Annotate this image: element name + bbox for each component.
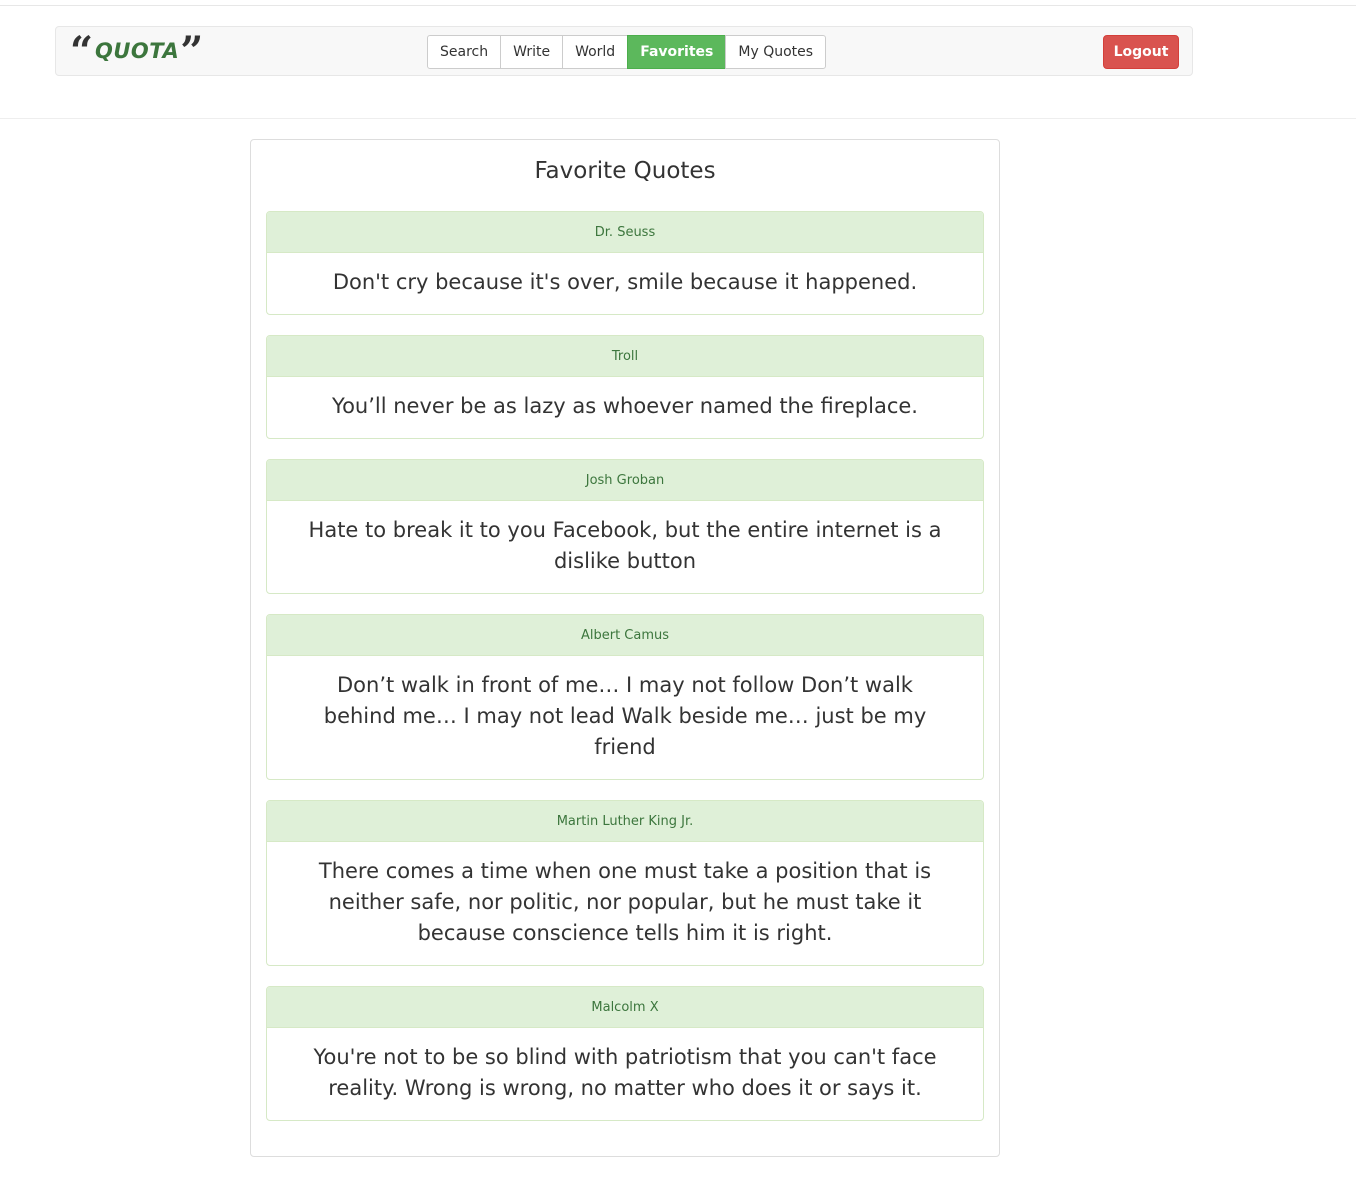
- navbar: “ QUOTA ” Search Write World Favorites M…: [55, 26, 1193, 76]
- quote-author: Josh Groban: [267, 460, 983, 501]
- quote-text: Hate to break it to you Facebook, but th…: [308, 518, 942, 573]
- nav-button-group: Search Write World Favorites My Quotes: [427, 35, 827, 69]
- quote-author: Albert Camus: [267, 615, 983, 656]
- quote-text: Don't cry because it's over, smile becau…: [332, 270, 918, 294]
- page-title: Favorite Quotes: [534, 158, 716, 184]
- quote-text: You’ll never be as lazy as whoever named…: [332, 394, 918, 418]
- close-quote-icon: ”: [180, 34, 204, 64]
- favorites-panel: Favorite Quotes Dr. Seuss Don't cry beca…: [250, 139, 1000, 1157]
- nav-favorites-button[interactable]: Favorites: [627, 35, 727, 69]
- quote-author: Troll: [267, 336, 983, 377]
- quote-card: Malcolm X You're not to be so blind with…: [266, 986, 984, 1121]
- header-divider: [0, 118, 1356, 119]
- quote-card: Troll You’ll never be as lazy as whoever…: [266, 335, 984, 439]
- quote-author: Malcolm X: [267, 987, 983, 1028]
- quote-text: There comes a time when one must take a …: [318, 859, 932, 945]
- quote-text: Don’t walk in front of me… I may not fol…: [323, 673, 927, 759]
- quote-author: Dr. Seuss: [267, 212, 983, 253]
- quote-text: You're not to be so blind with patriotis…: [313, 1045, 937, 1100]
- brand-name: QUOTA: [95, 39, 180, 63]
- top-divider: [0, 5, 1356, 6]
- quote-card: Albert Camus Don’t walk in front of me… …: [266, 614, 984, 780]
- nav-write-button[interactable]: Write: [500, 35, 564, 69]
- quote-card: Josh Groban Hate to break it to you Face…: [266, 459, 984, 594]
- open-quote-icon: “: [70, 34, 94, 64]
- logout-button[interactable]: Logout: [1103, 35, 1179, 69]
- nav-search-button[interactable]: Search: [427, 35, 502, 69]
- quote-card: Martin Luther King Jr. There comes a tim…: [266, 800, 984, 966]
- quote-author: Martin Luther King Jr.: [267, 801, 983, 842]
- nav-world-button[interactable]: World: [562, 35, 629, 69]
- nav-my-quotes-button[interactable]: My Quotes: [725, 35, 827, 69]
- brand-logo[interactable]: “ QUOTA ”: [70, 31, 203, 67]
- quote-card: Dr. Seuss Don't cry because it's over, s…: [266, 211, 984, 315]
